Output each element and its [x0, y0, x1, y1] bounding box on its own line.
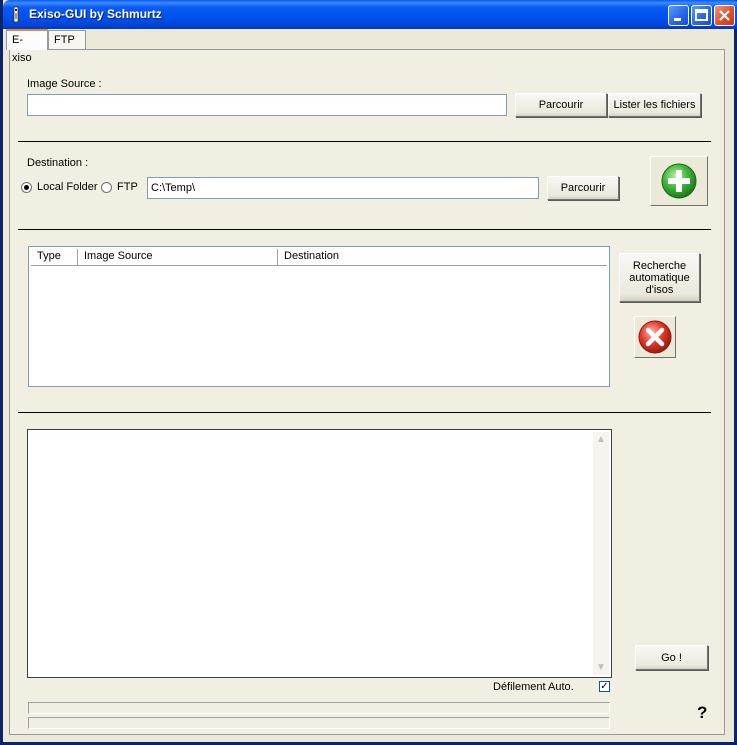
destination-browse-button[interactable]: Parcourir	[547, 176, 619, 200]
column-type[interactable]: Type	[31, 249, 78, 265]
log-textarea[interactable]: ▲ ▼	[27, 429, 612, 678]
x-icon	[638, 320, 672, 354]
ftp-radio[interactable]	[101, 182, 112, 193]
auto-search-label-3: d'isos	[645, 283, 674, 296]
minimize-icon	[674, 18, 681, 21]
destination-label: Destination :	[27, 157, 89, 169]
window-title: Exiso-GUI by Schmurtz	[29, 7, 162, 21]
minimize-button[interactable]	[668, 5, 689, 26]
list-files-button[interactable]: Lister les fichiers	[608, 93, 701, 117]
maximize-icon	[695, 9, 708, 21]
scroll-down-arrow[interactable]: ▼	[593, 660, 609, 675]
add-button[interactable]	[650, 156, 708, 206]
app-icon	[13, 6, 19, 23]
tab-ftp[interactable]: FTP	[48, 30, 86, 49]
ftp-label: FTP	[117, 181, 138, 193]
plus-icon	[661, 163, 697, 199]
list-header: Type Image Source Destination	[31, 249, 607, 266]
progress-bar-secondary	[28, 717, 610, 729]
help-button[interactable]: ?	[697, 703, 707, 723]
separator	[18, 141, 711, 142]
go-label: Go !	[661, 651, 682, 664]
source-browse-label: Parcourir	[538, 99, 584, 111]
list-files-label: Lister les fichiers	[613, 99, 696, 111]
destination-input[interactable]	[147, 177, 539, 199]
image-source-input[interactable]	[27, 94, 507, 116]
auto-search-button[interactable]: Recherche automatique d'isos	[619, 253, 700, 302]
auto-search-label-1: Recherche	[632, 259, 687, 272]
source-browse-button[interactable]: Parcourir	[515, 93, 607, 117]
queue-list[interactable]: Type Image Source Destination	[28, 246, 610, 387]
image-source-label: Image Source :	[27, 78, 102, 90]
autoscroll-checkbox[interactable]: ✓	[599, 681, 610, 692]
title-bar[interactable]: Exiso-GUI by Schmurtz	[3, 0, 737, 29]
separator	[18, 412, 711, 413]
separator	[18, 229, 711, 230]
tab-exiso[interactable]: E-xiso	[6, 29, 48, 64]
progress-bar-primary	[28, 702, 610, 714]
close-icon	[719, 10, 730, 21]
maximize-button[interactable]	[691, 5, 712, 26]
destination-browse-label: Parcourir	[560, 182, 606, 194]
go-button[interactable]: Go !	[635, 645, 708, 670]
column-destination[interactable]: Destination	[278, 249, 607, 265]
log-scrollbar[interactable]: ▲ ▼	[593, 432, 609, 675]
scroll-up-arrow[interactable]: ▲	[593, 432, 609, 447]
close-button[interactable]	[714, 5, 735, 26]
column-image-source[interactable]: Image Source	[78, 249, 278, 265]
remove-button[interactable]	[634, 316, 676, 358]
local-folder-radio[interactable]	[21, 182, 32, 193]
auto-search-label-2: automatique	[629, 271, 690, 284]
local-folder-label: Local Folder	[37, 181, 98, 193]
autoscroll-label: Défilement Auto.	[493, 681, 574, 693]
